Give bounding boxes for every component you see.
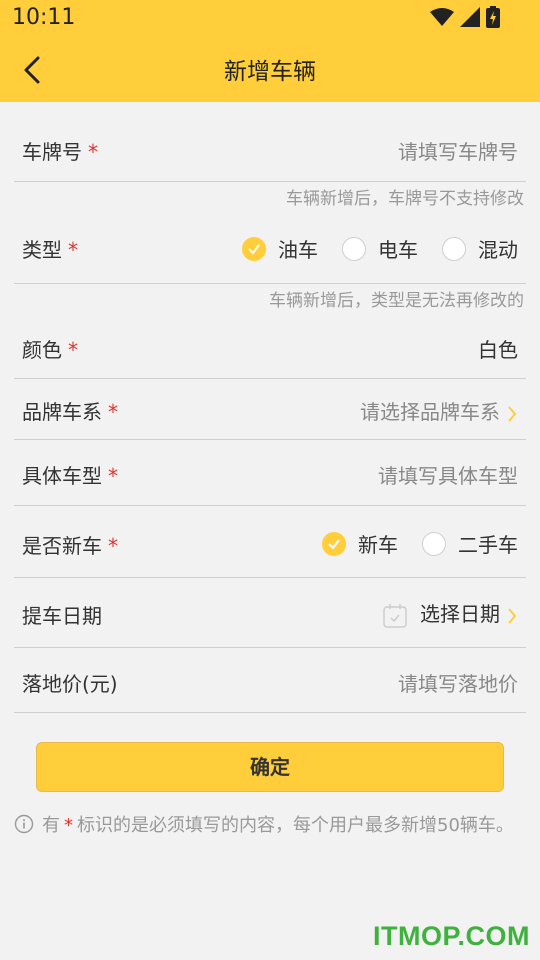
brand-row[interactable]: 品牌车系 * 请选择品牌车系 xyxy=(14,379,526,440)
pickup-date-select[interactable]: 选择日期 xyxy=(382,598,518,629)
radio-unchecked[interactable] xyxy=(422,531,446,556)
required-mark: * xyxy=(68,238,78,262)
radio-label: 油车 xyxy=(278,238,318,262)
status-icons xyxy=(430,6,500,28)
radio-label: 新车 xyxy=(358,533,398,557)
new-car-radio-group: 新车 二手车 xyxy=(298,529,518,558)
radio-label: 电车 xyxy=(378,238,418,262)
new-car-row: 是否新车 * 新车 二手车 xyxy=(14,506,526,578)
new-car-option-new[interactable]: 新车 xyxy=(322,529,398,558)
radio-checked[interactable] xyxy=(242,236,266,261)
nav-bar: 新增车辆 xyxy=(0,36,540,102)
type-row: 类型 * 油车 电车 混动 xyxy=(14,214,526,284)
required-mark: * xyxy=(68,338,78,362)
model-label: 具体车型 * xyxy=(22,464,118,488)
model-row[interactable]: 具体车型 * 请填写具体车型 xyxy=(14,440,526,506)
plate-row[interactable]: 车牌号 * 请填写车牌号 xyxy=(14,102,526,182)
check-icon xyxy=(248,243,260,255)
app-header: 10:11 新增车辆 xyxy=(0,0,540,102)
color-row[interactable]: 颜色 * 白色 xyxy=(14,314,526,379)
radio-label: 二手车 xyxy=(458,533,518,557)
price-row[interactable]: 落地价(元) 请填写落地价 xyxy=(14,648,526,713)
chevron-right-icon xyxy=(508,405,517,422)
required-mark: * xyxy=(64,815,73,836)
confirm-button[interactable]: 确定 xyxy=(36,742,504,792)
color-value[interactable]: 白色 xyxy=(478,334,518,363)
type-option-hybrid[interactable]: 混动 xyxy=(442,234,518,263)
radio-unchecked[interactable] xyxy=(342,236,366,261)
color-label: 颜色 * xyxy=(22,338,78,362)
required-mark: * xyxy=(108,400,118,424)
price-input[interactable]: 请填写落地价 xyxy=(398,668,518,697)
radio-checked[interactable] xyxy=(322,531,346,556)
required-mark: * xyxy=(108,464,118,488)
status-time: 10:11 xyxy=(12,5,76,30)
new-car-label: 是否新车 * xyxy=(22,534,118,558)
plate-hint: 车辆新增后，车牌号不支持修改 xyxy=(286,189,524,209)
battery-icon xyxy=(486,6,500,28)
wifi-icon xyxy=(430,8,454,26)
signal-icon xyxy=(460,7,480,27)
pickup-date-label: 提车日期 xyxy=(22,604,102,628)
brand-select[interactable]: 请选择品牌车系 xyxy=(360,396,518,425)
required-mark: * xyxy=(108,534,118,558)
type-option-electric[interactable]: 电车 xyxy=(342,234,418,263)
status-bar: 10:11 xyxy=(0,0,540,36)
pickup-date-row[interactable]: 提车日期 选择日期 xyxy=(14,578,526,648)
check-icon xyxy=(328,538,340,550)
calendar-icon xyxy=(383,603,407,628)
info-icon xyxy=(14,814,34,834)
type-hint: 车辆新增后，类型是无法再修改的 xyxy=(269,291,524,311)
model-input[interactable]: 请填写具体车型 xyxy=(378,460,518,489)
page-title: 新增车辆 xyxy=(224,59,316,85)
type-label: 类型 * xyxy=(22,238,78,262)
new-car-option-used[interactable]: 二手车 xyxy=(422,529,518,558)
watermark-logo: ITMOP.COM xyxy=(372,921,530,951)
price-label: 落地价(元) xyxy=(22,672,118,696)
radio-unchecked[interactable] xyxy=(442,236,466,261)
required-note: 有 * 标识的是必须填写的内容，每个用户最多新增50辆车。 xyxy=(14,810,514,842)
required-mark: * xyxy=(88,140,98,164)
radio-label: 混动 xyxy=(478,238,518,262)
chevron-right-icon xyxy=(508,607,517,624)
plate-label: 车牌号 * xyxy=(22,140,98,164)
type-option-oil[interactable]: 油车 xyxy=(242,234,318,263)
type-radio-group: 油车 电车 混动 xyxy=(218,234,518,263)
plate-input[interactable]: 请填写车牌号 xyxy=(398,136,518,165)
brand-label: 品牌车系 * xyxy=(22,400,118,424)
